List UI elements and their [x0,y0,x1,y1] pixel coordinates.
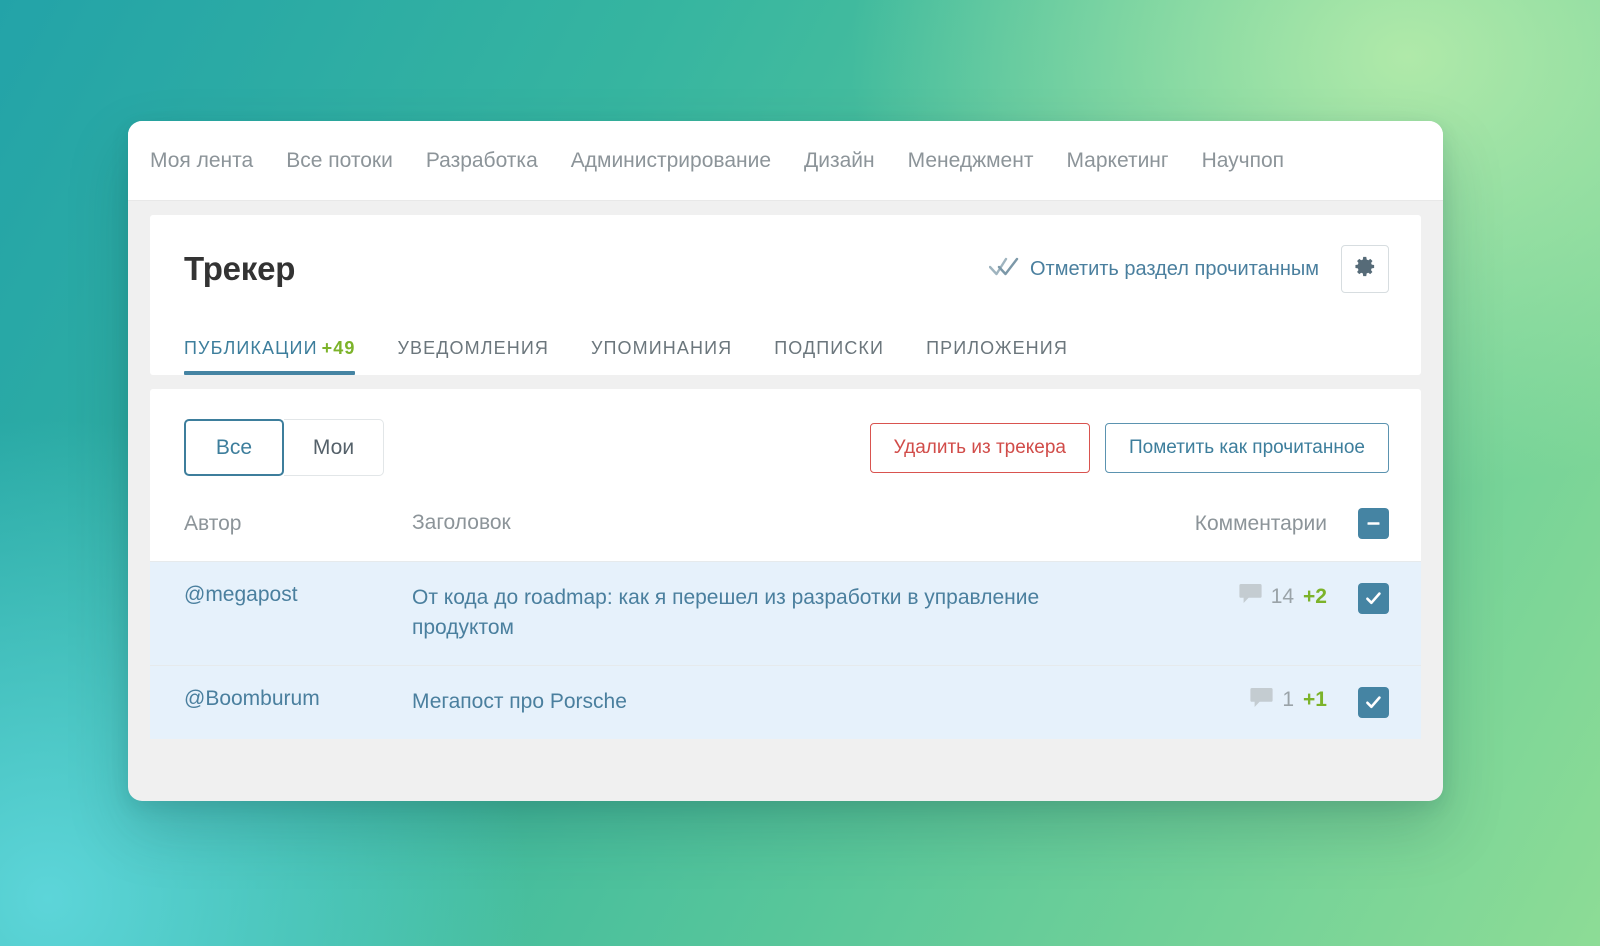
tab-subscriptions-label: ПОДПИСКИ [774,338,885,358]
nav-item-management[interactable]: Менеджмент [908,150,1034,171]
filter-all-button[interactable]: Все [184,419,284,476]
tab-applications[interactable]: ПРИЛОЖЕНИЯ [926,338,1068,375]
minus-icon [1365,515,1382,532]
tab-publications[interactable]: ПУБЛИКАЦИИ +49 [184,338,356,375]
check-icon [1364,589,1383,608]
tab-publications-badge: +49 [321,338,356,358]
comment-bubble-icon [1250,687,1273,714]
tab-applications-label: ПРИЛОЖЕНИЯ [926,338,1068,358]
tracker-list-card: Все Мои Удалить из трекера Пометить как … [150,389,1421,739]
table-row[interactable]: @Boomburum Мегапост про Porsche 1 +1 [150,664,1421,739]
mark-as-read-button[interactable]: Пометить как прочитанное [1105,422,1389,473]
page-content: Трекер Отметить раздел прочитанным ПУБЛИ… [128,201,1443,739]
list-toolbar: Все Мои Удалить из трекера Пометить как … [150,389,1421,498]
nav-item-my-feed[interactable]: Моя лента [150,150,253,171]
tab-notifications-label: УВЕДОМЛЕНИЯ [397,338,549,358]
header-actions: Отметить раздел прочитанным [988,245,1389,293]
nav-item-marketing[interactable]: Маркетинг [1066,150,1168,171]
nav-item-development[interactable]: Разработка [426,150,538,171]
row-select-cell [1349,686,1389,718]
row-select-cell [1349,583,1389,614]
remove-from-tracker-button[interactable]: Удалить из трекера [869,422,1090,473]
row-title[interactable]: Мегапост про Porsche [412,687,1159,717]
mark-section-read-label: Отметить раздел прочитанным [1029,257,1319,280]
tab-notifications[interactable]: УВЕДОМЛЕНИЯ [397,338,549,375]
nav-item-popular-science[interactable]: Научпоп [1202,150,1284,171]
tab-publications-label: ПУБЛИКАЦИИ [184,338,318,358]
check-icon [1364,693,1383,712]
tab-mentions[interactable]: УПОМИНАНИЯ [591,338,732,375]
row-comments-new: +1 [1303,688,1327,712]
table-header-row: Автор Заголовок Комментарии [150,498,1421,561]
tab-mentions-label: УПОМИНАНИЯ [590,338,733,358]
tracker-header-card: Трекер Отметить раздел прочитанным ПУБЛИ… [150,215,1421,375]
tracker-table: Автор Заголовок Комментарии @megapost От… [150,498,1421,739]
nav-item-all-streams[interactable]: Все потоки [286,150,393,171]
mark-section-read-link[interactable]: Отметить раздел прочитанным [988,256,1319,282]
row-author[interactable]: @megapost [184,583,412,607]
column-header-author: Автор [184,511,242,535]
column-header-title: Заголовок [412,511,511,535]
double-check-icon [988,256,1019,282]
row-comments-count: 1 [1282,688,1295,712]
filter-mine-button[interactable]: Мои [284,419,384,476]
table-row[interactable]: @megapost От кода до roadmap: как я пере… [150,561,1421,665]
row-checkbox[interactable] [1358,686,1389,718]
filter-segmented-control: Все Мои [184,419,384,476]
header-top-row: Трекер Отметить раздел прочитанным [150,215,1421,319]
tracker-tabs: ПУБЛИКАЦИИ +49 УВЕДОМЛЕНИЯ УПОМИНАНИЯ ПОД… [150,319,1421,375]
row-comments: 14 +2 [1159,583,1349,610]
nav-item-design[interactable]: Дизайн [804,150,875,171]
bulk-actions: Удалить из трекера Пометить как прочитан… [869,422,1389,473]
select-all-checkbox[interactable] [1358,508,1389,539]
nav-item-administration[interactable]: Администрирование [571,150,771,171]
browser-window: Моя лента Все потоки Разработка Админист… [128,121,1443,801]
row-comments-new: +2 [1303,584,1327,608]
gear-icon [1354,255,1377,283]
column-header-comments: Комментарии [1194,511,1327,535]
comment-bubble-icon [1239,583,1262,610]
row-comments-count: 14 [1270,584,1295,608]
row-title[interactable]: От кода до roadmap: как я перешел из раз… [412,583,1159,644]
select-all-cell [1349,508,1389,539]
settings-button[interactable] [1341,245,1389,293]
row-checkbox[interactable] [1358,583,1389,614]
top-navigation: Моя лента Все потоки Разработка Админист… [128,121,1443,201]
tab-subscriptions[interactable]: ПОДПИСКИ [774,338,884,375]
page-title: Трекер [184,250,296,287]
row-author[interactable]: @Boomburum [184,687,412,711]
row-comments: 1 +1 [1159,687,1349,714]
